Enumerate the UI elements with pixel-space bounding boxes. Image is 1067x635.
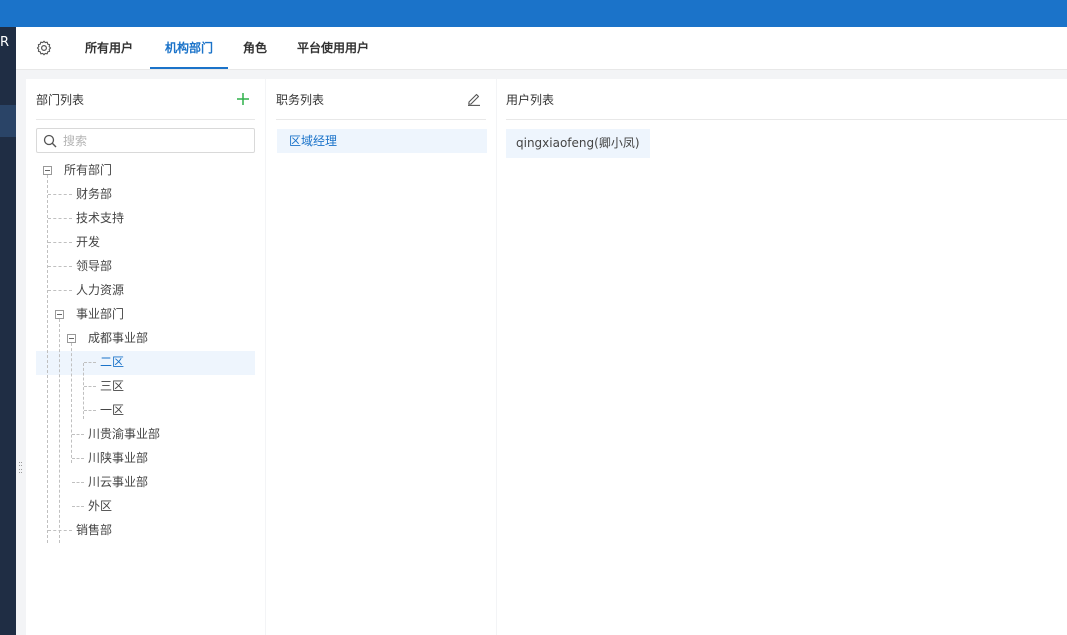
selected-row-highlight: [36, 351, 255, 375]
sidebar-resize-handle[interactable]: [19, 462, 23, 474]
user-panel-title: 用户列表: [506, 93, 555, 107]
tree-node-selected[interactable]: 二区: [100, 350, 124, 374]
tree-node[interactable]: 开发: [76, 230, 100, 254]
user-item[interactable]: qingxiaofeng(卿小凤): [506, 129, 650, 158]
tree-node[interactable]: 川陕事业部: [88, 446, 148, 470]
tab-roles[interactable]: 角色: [238, 27, 272, 69]
tab-org-depts[interactable]: 机构部门: [150, 27, 228, 69]
dept-panel: 部门列表 所有部门 财务部: [26, 79, 265, 635]
tree-node[interactable]: 川贵渝事业部: [88, 422, 160, 446]
tab-all-users[interactable]: 所有用户: [79, 27, 139, 69]
divider: [506, 119, 1067, 120]
tree-node[interactable]: 川云事业部: [88, 470, 148, 494]
tree-node[interactable]: 成都事业部: [88, 326, 148, 350]
collapse-toggle[interactable]: [55, 310, 64, 319]
tab-bar: 所有用户 机构部门 角色 平台使用用户: [16, 27, 1067, 70]
collapse-toggle[interactable]: [43, 166, 52, 175]
position-panel: 职务列表 区域经理: [266, 79, 496, 635]
tree-node[interactable]: 领导部: [76, 254, 112, 278]
left-nav: R: [0, 27, 16, 635]
divider: [276, 119, 486, 120]
collapse-toggle[interactable]: [67, 334, 76, 343]
tree-node[interactable]: 一区: [100, 398, 124, 422]
gear-icon[interactable]: [36, 40, 52, 56]
edit-icon[interactable]: [467, 92, 481, 106]
nav-item-active[interactable]: [0, 105, 16, 137]
tree-node[interactable]: 财务部: [76, 182, 112, 206]
tab-platform-users[interactable]: 平台使用用户: [293, 27, 373, 69]
tree-node[interactable]: 技术支持: [76, 206, 124, 230]
tree-node[interactable]: 外区: [88, 494, 112, 518]
tree-node[interactable]: 人力资源: [76, 278, 124, 302]
position-panel-title: 职务列表: [276, 93, 325, 107]
nav-glyph: R: [0, 35, 10, 50]
tree-node[interactable]: 销售部: [76, 518, 112, 542]
tree-node[interactable]: 所有部门: [64, 158, 112, 182]
position-item[interactable]: 区域经理: [277, 129, 487, 153]
top-bar: [0, 0, 1067, 27]
dept-tree: 所有部门 财务部 技术支持 开发 领导部 人力资源 事业部门 成都事业部 二区 …: [26, 79, 266, 635]
tree-node[interactable]: 三区: [100, 374, 124, 398]
user-panel: 用户列表 qingxiaofeng(卿小凤): [497, 79, 1067, 635]
tree-node[interactable]: 事业部门: [76, 302, 124, 326]
